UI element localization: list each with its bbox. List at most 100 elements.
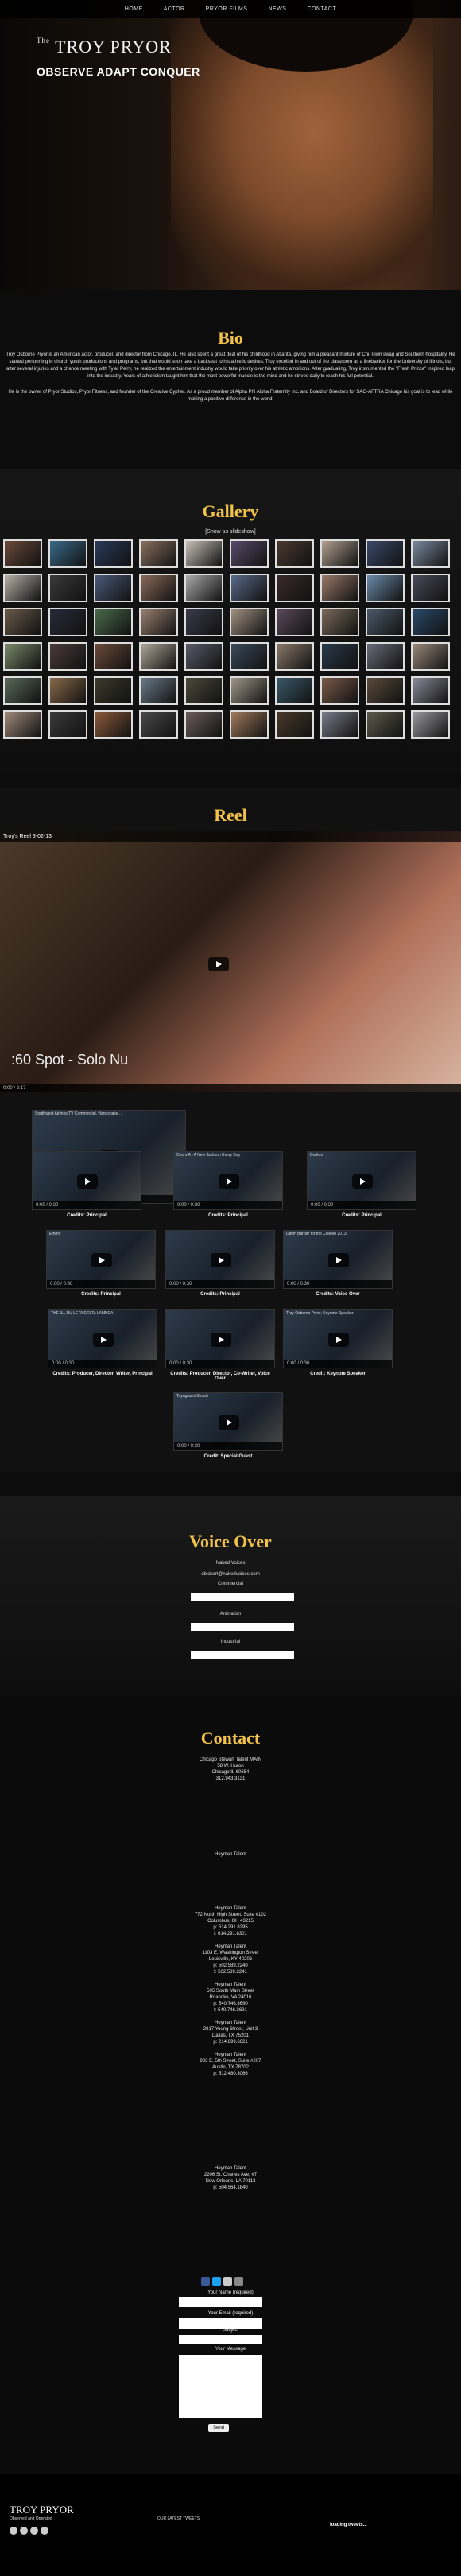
gallery-thumbnail[interactable]	[139, 574, 178, 602]
gallery-thumbnail[interactable]	[366, 539, 405, 568]
play-icon[interactable]	[352, 1174, 373, 1189]
gallery-thumbnail[interactable]	[184, 608, 223, 636]
gallery-thumbnail[interactable]	[366, 710, 405, 739]
video-thumbnail[interactable]: 0:00 / 0:30	[32, 1151, 141, 1210]
gallery-thumbnail[interactable]	[230, 676, 269, 705]
gallery-thumbnail[interactable]	[411, 608, 450, 636]
gallery-thumbnail[interactable]	[94, 642, 133, 671]
gallery-thumbnail[interactable]	[275, 676, 314, 705]
video-thumbnail[interactable]: 0:00 / 0:30	[165, 1309, 275, 1368]
gallery-thumbnail[interactable]	[320, 710, 359, 739]
nav-pryor-films[interactable]: PRYOR FILMS	[206, 6, 248, 12]
gallery-thumbnail[interactable]	[366, 608, 405, 636]
video-thumbnail[interactable]: THE ILL DU LETA DELTA LAMBDA 0:00 / 0:30	[48, 1309, 157, 1368]
site-logo[interactable]: The TROY PRYOR	[37, 37, 172, 57]
send-button[interactable]: Send	[208, 2424, 229, 2432]
gallery-thumbnail[interactable]	[48, 710, 87, 739]
nav-news[interactable]: NEWS	[268, 6, 286, 12]
gallery-thumbnail[interactable]	[411, 710, 450, 739]
video-thumbnail[interactable]: Troy Osborne Pryor, Keynote Speaker 0:00 …	[283, 1309, 393, 1368]
gallery-thumbnail[interactable]	[94, 608, 133, 636]
nav-contact[interactable]: CONTACT	[307, 6, 336, 12]
gallery-thumbnail[interactable]	[320, 539, 359, 568]
gallery-thumbnail[interactable]	[411, 676, 450, 705]
video-thumbnail[interactable]: Emmit 0:00 / 0:30	[46, 1230, 156, 1289]
gallery-thumbnail[interactable]	[366, 676, 405, 705]
gallery-thumbnail[interactable]	[94, 539, 133, 568]
gallery-thumbnail[interactable]	[3, 642, 42, 671]
footer-logo[interactable]: TROY PRYOR	[10, 2504, 74, 2516]
facebook-icon[interactable]	[10, 2527, 17, 2535]
gallery-thumbnail[interactable]	[48, 539, 87, 568]
video-controls[interactable]: 0:00 / 0:30	[284, 1280, 392, 1288]
gallery-thumbnail[interactable]	[230, 608, 269, 636]
gallery-thumbnail[interactable]	[139, 676, 178, 705]
gallery-thumbnail[interactable]	[275, 642, 314, 671]
instagram-icon[interactable]	[234, 2277, 243, 2286]
gallery-thumbnail[interactable]	[184, 676, 223, 705]
play-icon[interactable]	[219, 1415, 239, 1430]
gallery-thumbnail[interactable]	[230, 642, 269, 671]
gallery-thumbnail[interactable]	[139, 608, 178, 636]
video-thumbnail[interactable]: Coors A - A New Jackson Every Day 0:00 / …	[173, 1151, 283, 1210]
video-controls[interactable]: 0:00 / 0:30	[48, 1360, 157, 1368]
gallery-thumbnail[interactable]	[320, 642, 359, 671]
video-thumbnail[interactable]: 0:00 / 0:30	[165, 1230, 275, 1289]
play-icon[interactable]	[211, 1253, 231, 1267]
nav-actor[interactable]: ACTOR	[164, 6, 185, 12]
play-icon[interactable]	[77, 1174, 98, 1189]
gallery-thumbnail[interactable]	[48, 642, 87, 671]
gallery-thumbnail[interactable]	[366, 642, 405, 671]
subject-input[interactable]	[179, 2335, 262, 2344]
video-controls[interactable]: 0:00 / 0:30	[47, 1280, 155, 1288]
twitter-icon[interactable]	[212, 2277, 221, 2286]
video-controls[interactable]: 0:00 / 0:30	[174, 1201, 282, 1209]
gallery-thumbnail[interactable]	[139, 539, 178, 568]
gallery-thumbnail[interactable]	[275, 710, 314, 739]
message-textarea[interactable]	[179, 2355, 262, 2418]
gallery-thumbnail[interactable]	[184, 710, 223, 739]
play-icon[interactable]	[211, 1333, 231, 1347]
nav-home[interactable]: HOME	[125, 6, 143, 12]
play-icon[interactable]	[208, 957, 229, 971]
gallery-thumbnail[interactable]	[3, 539, 42, 568]
video-controls[interactable]: 0:00 / 0:30	[284, 1360, 392, 1368]
gallery-thumbnail[interactable]	[320, 574, 359, 602]
play-icon[interactable]	[328, 1333, 349, 1347]
slideshow-link[interactable]: [Show as slideshow]	[0, 529, 461, 535]
video-thumbnail[interactable]: Doritos 0:00 / 0:30	[307, 1151, 416, 1210]
video-controls[interactable]: 0:00 / 0:30	[174, 1442, 282, 1450]
play-icon[interactable]	[91, 1253, 112, 1267]
play-icon[interactable]	[93, 1333, 114, 1347]
video-controls[interactable]: 0:00 / 0:30	[308, 1201, 416, 1209]
play-icon[interactable]	[219, 1174, 239, 1189]
gallery-thumbnail[interactable]	[320, 608, 359, 636]
gallery-thumbnail[interactable]	[3, 710, 42, 739]
gallery-thumbnail[interactable]	[230, 539, 269, 568]
instagram-icon[interactable]	[41, 2527, 48, 2535]
voice-player-industrial[interactable]	[191, 1651, 294, 1659]
video-thumbnail[interactable]: Toyagrassi Sinsdy 0:00 / 0:30	[173, 1392, 283, 1451]
gallery-thumbnail[interactable]	[411, 642, 450, 671]
voice-player-commercial[interactable]	[191, 1593, 294, 1601]
video-thumbnail[interactable]: Dawn Barber for the Colleen 2013 0:00 / 0…	[283, 1230, 393, 1289]
voice-player-animation[interactable]	[191, 1623, 294, 1631]
gallery-thumbnail[interactable]	[366, 574, 405, 602]
voice-email[interactable]: dbickert@nakedvoices.com	[0, 1572, 461, 1577]
gallery-thumbnail[interactable]	[230, 710, 269, 739]
gallery-thumbnail[interactable]	[139, 642, 178, 671]
gallery-thumbnail[interactable]	[275, 608, 314, 636]
gallery-thumbnail[interactable]	[411, 539, 450, 568]
gallery-thumbnail[interactable]	[275, 539, 314, 568]
gallery-thumbnail[interactable]	[184, 539, 223, 568]
gallery-thumbnail[interactable]	[3, 608, 42, 636]
gallery-thumbnail[interactable]	[320, 676, 359, 705]
gallery-thumbnail[interactable]	[3, 574, 42, 602]
gallery-thumbnail[interactable]	[94, 710, 133, 739]
gallery-thumbnail[interactable]	[3, 676, 42, 705]
video-controls[interactable]: 0:00 / 0:30	[33, 1201, 141, 1209]
gallery-thumbnail[interactable]	[230, 574, 269, 602]
video-controls[interactable]: 0:00 / 0:30	[166, 1360, 274, 1368]
gallery-thumbnail[interactable]	[94, 574, 133, 602]
name-input[interactable]	[179, 2297, 262, 2307]
